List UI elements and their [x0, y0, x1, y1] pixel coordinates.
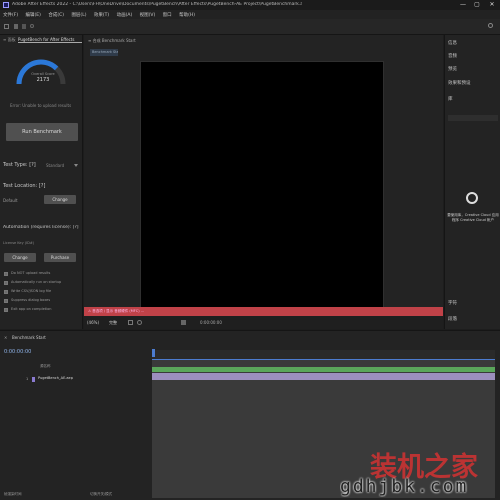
toggle-switches-modes[interactable]: 切换开关/模式 [90, 492, 130, 497]
close-icon[interactable]: ✕ [4, 335, 7, 340]
test-type-label: Test Type: [?] [3, 162, 36, 168]
panel-menu-label[interactable]: ≡ 面板 [3, 37, 17, 43]
checkbox[interactable] [4, 308, 8, 312]
watermark-url: gdhjbk.com [340, 476, 469, 497]
maximize-button[interactable]: ▢ [470, 1, 484, 9]
option-exit-on-completion[interactable]: Exit app on completion [4, 307, 82, 314]
menu-bar: 文件(F) 编辑(E) 合成(C) 图层(L) 效果(T) 动画(A) 视图(V… [0, 10, 500, 19]
zoom-tool-icon[interactable] [30, 24, 34, 28]
change-license-button[interactable]: Change [4, 253, 36, 262]
creative-cloud-icon [466, 192, 478, 204]
toolbar [0, 19, 500, 35]
overall-score-label: Overall Score [31, 72, 55, 76]
menu-animation[interactable]: 动画(A) [117, 13, 133, 18]
location-value: Default [3, 198, 18, 203]
footer-render-time: 帧渲染时间 [4, 492, 22, 496]
menu-view[interactable]: 视图(V) [140, 13, 156, 18]
menu-composition[interactable]: 合成(C) [48, 13, 64, 18]
error-bar-text: ⚠ 首选项 / 显示 音频硬件 (MFC) ... [88, 309, 145, 313]
test-location-label: Test Location: [?] [3, 183, 46, 189]
option-auto-run[interactable]: Automatically run on startup [4, 280, 82, 287]
timeline-timecode[interactable]: 0:00:00:00 [4, 349, 34, 355]
layer-color-label [32, 377, 35, 382]
right-panels: 信息 音频 预览 效果和预设 库 要使用库，Creative Cloud 应用程… [444, 35, 500, 329]
tab-pugetbench[interactable]: PugetBench for After Effects [18, 37, 82, 43]
option-label: Write CSV/JSON log file [11, 289, 52, 293]
composition-viewer[interactable] [140, 61, 384, 309]
option-label: Exit app on completion [11, 307, 52, 311]
overall-score-value: 2173 [36, 77, 50, 83]
mask-icon[interactable] [137, 320, 142, 325]
automation-label: Automation (requires license): [?] [3, 225, 79, 230]
close-button[interactable]: ✕ [485, 1, 499, 9]
option-label: Automatically run on startup [11, 280, 62, 284]
layer-name[interactable]: PugetBench_AE.aep [38, 376, 78, 380]
license-key-label: License Key (ID#) [3, 241, 35, 245]
panel-character[interactable]: 字符 [448, 300, 498, 306]
zoom-select[interactable]: (46%) [87, 320, 107, 325]
time-ruler[interactable] [152, 350, 495, 360]
purchase-button[interactable]: Purchase [44, 253, 76, 262]
run-benchmark-button[interactable]: Run Benchmark [6, 123, 78, 141]
tab-timeline[interactable]: Benchmark Start [12, 335, 52, 340]
panel-paragraph[interactable]: 段落 [448, 316, 498, 322]
minimize-button[interactable]: — [456, 1, 470, 9]
automation-options: Do NOT upload results Automatically run … [4, 271, 82, 317]
menu-layer[interactable]: 图层(L) [71, 13, 86, 18]
menu-effect[interactable]: 效果(T) [94, 13, 109, 18]
window-title: Adobe After Effects 2022 - C:\Users\FH\O… [12, 2, 302, 7]
menu-help[interactable]: 帮助(H) [179, 13, 195, 18]
viewer-timecode[interactable]: 0:00:00:00 [200, 320, 230, 325]
home-icon[interactable] [4, 24, 9, 29]
option-label: Suppress dialog boxes [11, 298, 51, 302]
selection-tool-icon[interactable] [14, 24, 18, 29]
menu-window[interactable]: 窗口 [163, 13, 172, 18]
chevron-down-icon [74, 164, 78, 167]
camera-icon[interactable] [181, 320, 186, 325]
test-type-select[interactable]: Standard [46, 163, 76, 168]
composition-chip[interactable]: Benchmark Start [90, 49, 118, 56]
change-location-button[interactable]: Change [44, 195, 76, 204]
pugetbench-panel: ≡ 面板 PugetBench for After Effects Overal… [0, 35, 83, 329]
error-bar: ⚠ 首选项 / 显示 音频硬件 (MFC) ... [84, 307, 443, 316]
grid-icon[interactable] [128, 320, 133, 325]
panel-preview[interactable]: 预览 [448, 66, 498, 72]
option-label: Do NOT upload results [11, 271, 51, 275]
upload-error-text: Error: Unable to upload results [10, 103, 72, 108]
checkbox[interactable] [4, 272, 8, 276]
panel-audio[interactable]: 音频 [448, 53, 498, 59]
title-bar: Adobe After Effects 2022 - C:\Users\FH\O… [0, 0, 500, 10]
checkbox[interactable] [4, 290, 8, 294]
checkbox[interactable] [4, 281, 8, 285]
ae-logo-icon [3, 2, 9, 8]
hand-tool-icon[interactable] [22, 24, 26, 29]
search-icon[interactable] [488, 23, 493, 28]
option-write-log[interactable]: Write CSV/JSON log file [4, 289, 82, 296]
option-suppress-dialogs[interactable]: Suppress dialog boxes [4, 298, 82, 305]
tab-composition[interactable]: ≡ 合成 Benchmark Start [88, 38, 168, 44]
quality-select[interactable]: 完整 [109, 320, 123, 326]
menu-edit[interactable]: 编辑(E) [26, 13, 41, 18]
layer-bar[interactable] [152, 373, 495, 380]
checkbox[interactable] [4, 299, 8, 303]
panel-libraries[interactable]: 库 [448, 96, 468, 102]
library-search[interactable] [448, 115, 498, 121]
source-name-header: 源名称 [40, 364, 51, 368]
menu-file[interactable]: 文件(F) [3, 13, 18, 18]
playhead[interactable] [152, 349, 155, 357]
library-prompt: 要使用库，Creative Cloud 应用程序 Creative Cloud … [447, 213, 499, 222]
layer-number: 1 [26, 377, 29, 381]
option-no-upload[interactable]: Do NOT upload results [4, 271, 82, 278]
viewer-controls: (46%) 完整 0:00:00:00 [84, 316, 443, 329]
panel-effects-presets[interactable]: 效果和预设 [448, 80, 498, 86]
panel-info[interactable]: 信息 [448, 40, 498, 46]
work-area-bar[interactable] [152, 367, 495, 372]
